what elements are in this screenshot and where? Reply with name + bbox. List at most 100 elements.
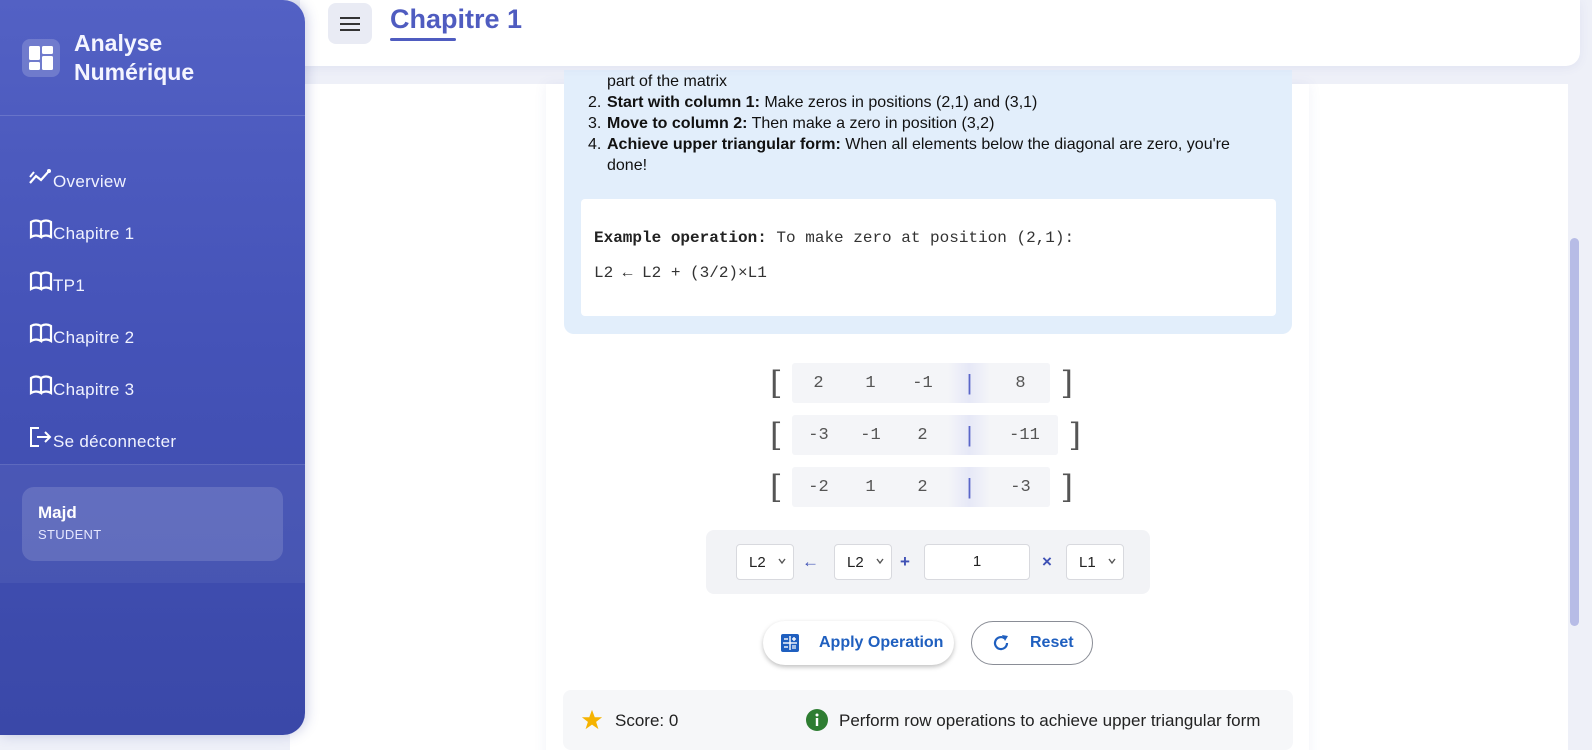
reset-label: Reset [1030,634,1074,651]
top-header: Chapitre 1 [300,0,1580,66]
brand[interactable]: Analyse Numérique [0,0,305,116]
sidebar-item-logout[interactable]: Se déconnecter [0,402,305,454]
matrix-cells: -2 1 2 | -3 [792,467,1051,507]
matrix-row-1: [ 2 1 -1 | 8 ] [770,363,1073,403]
open-bracket: [ [770,416,783,454]
sidebar-item-label: Chapitre 3 [53,380,135,399]
sidebar-item-label: Chapitre 2 [53,328,135,347]
pivot-row-value: L1 [1079,553,1096,571]
calculator-icon [781,634,799,652]
matrix-row-2: [ -3 -1 2 | -11 ] [770,415,1081,455]
sidebar-item-label: Overview [53,172,127,191]
logout-icon [30,427,52,447]
chevron-down-icon [1108,558,1116,565]
step-text: Make zeros in positions (2,1) and (3,1) [759,94,1038,111]
sidebar-item-label: TP1 [53,276,86,295]
sidebar-nav: Overview Chapitre 1 TP1 Chapitre 2 Chapi… [0,116,305,465]
book-icon [29,323,53,343]
user-card[interactable]: Majd STUDENT [22,487,283,561]
user-name: Majd [38,503,77,522]
chevron-down-icon [876,558,884,565]
step-partial: part of the matrix [588,71,1267,92]
matrix-rhs: -3 [990,467,1051,507]
matrix-rhs: -11 [990,415,1059,455]
brand-line-2: Numérique [74,58,195,85]
factor-input[interactable]: 1 [924,544,1030,580]
title-underline [390,38,456,41]
sidebar-item-label: Chapitre 1 [53,224,135,243]
user-area: Majd STUDENT [0,465,305,583]
sidebar-item-chapitre-3[interactable]: Chapitre 3 [0,350,305,402]
step-item: 2. Start with column 1: Make zeros in po… [588,92,1267,113]
matrix-cell: -3 [808,425,829,445]
plus-sign: + [900,552,910,571]
hint-text: Perform row operations to achieve upper … [839,711,1261,730]
step-number: 2. [588,94,602,111]
sidebar-item-tp1[interactable]: TP1 [0,246,305,298]
matrix-cells: 2 1 -1 | 8 [792,363,1051,403]
row-operation-bar: L2 ← L2 + 1 × L1 [706,530,1150,594]
open-bracket: [ [770,364,783,402]
info-icon [806,709,828,731]
example-text: To make zero at position (2,1): [766,229,1075,247]
dashboard-logo-icon [22,38,60,77]
scrollbar-thumb[interactable] [1570,238,1579,626]
book-icon [29,271,53,291]
book-icon [29,375,53,395]
matrix-rhs: 8 [990,363,1051,403]
status-bar: Score: 0 Perform row operations to achie… [563,690,1293,750]
augment-separator: | [948,467,991,507]
matrix-cells: -3 -1 2 | -11 [792,415,1059,455]
sidebar-item-label: Se déconnecter [53,432,177,451]
chart-trend-icon [29,169,51,184]
hamburger-menu-icon [340,16,360,31]
step-item: 4. Achieve upper triangular form: When a… [588,134,1267,176]
sidebar-item-overview[interactable]: Overview [0,142,305,194]
matrix-cell: 2 [917,477,928,497]
target-row-select[interactable]: L2 [736,544,794,580]
sidebar: Analyse Numérique Overview Chapitre 1 TP… [0,0,305,735]
step-bold: Move to column 2: [607,115,748,132]
user-role: STUDENT [38,527,102,542]
step-text: Then make a zero in position (3,2) [747,115,995,132]
star-icon [581,709,603,730]
sidebar-item-chapitre-1[interactable]: Chapitre 1 [0,194,305,246]
pivot-row-select[interactable]: L1 [1066,544,1124,580]
apply-operation-button[interactable]: Apply Operation [763,621,954,665]
menu-toggle-button[interactable] [328,3,372,44]
apply-operation-label: Apply Operation [819,634,944,651]
matrix-cell: 1 [865,373,876,393]
close-bracket: ] [1060,468,1073,506]
matrix-row-3: [ -2 1 2 | -3 ] [770,467,1073,507]
example-line: Example operation: To make zero at posit… [594,229,1263,247]
brand-title: Analyse Numérique [74,29,194,87]
source-row-select[interactable]: L2 [834,544,892,580]
matrix-cell: -1 [860,425,881,445]
step-bold: Start with column 1: [607,94,760,111]
example-label: Example operation: [594,229,767,247]
step-item: 3. Move to column 2: Then make a zero in… [588,113,1267,134]
assign-arrow: ← [802,552,819,571]
matrix-cell: 1 [865,477,876,497]
matrix-cell: -2 [808,477,829,497]
open-bracket: [ [770,468,783,506]
score-text: Score: 0 [615,711,679,730]
augment-separator: | [948,363,991,403]
times-sign: × [1042,552,1052,571]
source-row-value: L2 [847,553,864,571]
close-bracket: ] [1060,364,1073,402]
matrix-cell: 2 [813,373,824,393]
example-formula: L2 ← L2 + (3/2)×L1 [594,264,767,282]
example-box: Example operation: To make zero at posit… [581,199,1276,316]
reset-button[interactable]: Reset [971,621,1093,665]
brand-line-1: Analyse [74,29,163,56]
matrix-cell: -1 [912,373,933,393]
matrix-cell: 2 [917,425,928,445]
step-bold: Achieve upper triangular form: [607,136,841,153]
step-partial-text: part of the matrix [607,73,728,90]
page-title: Chapitre 1 [390,4,523,34]
refresh-icon [993,635,1009,651]
chevron-down-icon [778,558,786,565]
augment-separator: | [948,415,991,455]
sidebar-item-chapitre-2[interactable]: Chapitre 2 [0,298,305,350]
